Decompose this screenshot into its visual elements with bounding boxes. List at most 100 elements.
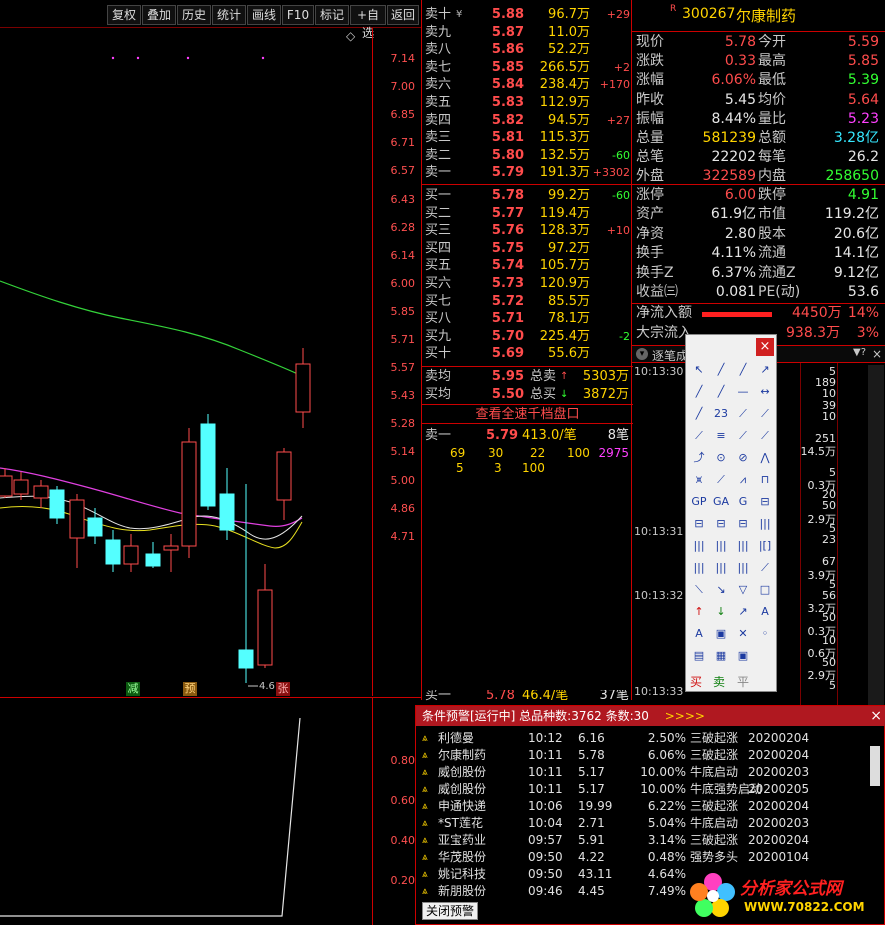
alert-close-icon[interactable]: × [870, 706, 882, 726]
date-tool-icon[interactable]: 23 [712, 405, 730, 423]
sell-level-row[interactable]: 卖二 5.80 132.5万 -60 [422, 147, 633, 165]
kline-chart[interactable]: ◇ 4.6 减 预 张 [0, 28, 372, 696]
flat-tool[interactable]: 平 [737, 673, 749, 690]
fib4-tool-icon[interactable]: ⊟ [734, 515, 752, 533]
fib3-tool-icon[interactable]: ⊟ [712, 515, 730, 533]
bracket-tool-icon[interactable]: ⊓ [756, 471, 774, 489]
time-zone3-tool-icon[interactable]: ||| [712, 537, 730, 555]
triangle-tool-icon[interactable]: ▽ [734, 581, 752, 599]
image-tool-icon[interactable]: ▣ [734, 647, 752, 665]
buy-level-row[interactable]: 买二 5.77 119.4万 [422, 205, 633, 223]
buy-level-row[interactable]: 买七 5.72 85.5万 [422, 293, 633, 311]
sell-level-row[interactable]: 卖七 5.85 266.5万 +2 [422, 59, 633, 77]
curve-tool-icon[interactable]: ⤴ [690, 449, 708, 467]
text-tool-icon[interactable]: A [756, 603, 774, 621]
up-right-arrow-tool-icon[interactable]: ↗ [734, 603, 752, 621]
tick-scrollbar[interactable] [868, 365, 884, 705]
ray3-tool-icon[interactable]: ⟍ [690, 581, 708, 599]
indicator-subchart[interactable] [0, 697, 372, 925]
time-zone-tool-icon[interactable]: ||| [756, 515, 774, 533]
sell-level-row[interactable]: 卖三 5.81 115.3万 [422, 129, 633, 147]
sell-level-row[interactable]: 卖十 ¥5.88 96.7万 +29 [422, 6, 633, 24]
menu-stats[interactable]: 统计 [212, 5, 246, 25]
menu-f10[interactable]: F10 [282, 5, 314, 25]
alert-row[interactable]: ⩓ *ST莲花 10:04 2.71 5.04% 牛底启动 20200203 [422, 815, 874, 832]
up-arrow-tool-icon[interactable]: ↑ [690, 603, 708, 621]
cycle2-tool-icon[interactable]: ||| [690, 559, 708, 577]
close-icon[interactable]: × [872, 347, 882, 361]
chevron-down-icon[interactable]: ▾ [636, 348, 648, 360]
alert-row[interactable]: ⩓ 申通快递 10:06 19.99 6.22% 三破起涨 20200204 [422, 798, 874, 815]
alert-row[interactable]: ⩓ 利德曼 10:12 6.16 2.50% 三破起涨 20200204 [422, 730, 874, 747]
cycle4-tool-icon[interactable]: ||| [734, 559, 752, 577]
buy-level-row[interactable]: 买三 5.76 128.3万 +10 [422, 222, 633, 240]
horizontal-tool-icon[interactable]: — [734, 383, 752, 401]
channel-tool-icon[interactable]: ⟋ [734, 405, 752, 423]
grid-tool-icon[interactable]: ▦ [712, 647, 730, 665]
cycle-tool-icon[interactable]: |[] [756, 537, 774, 555]
buy-level-row[interactable]: 买一 5.78 99.2万 -60 [422, 187, 633, 205]
buy-level-row[interactable]: 买九 5.70 225.4万 -2 [422, 328, 633, 346]
buy-level-row[interactable]: 买五 5.74 105.7万 [422, 257, 633, 275]
sell-level-row[interactable]: 卖六 5.84 238.4万 +170 [422, 76, 633, 94]
lines-tool-icon[interactable]: ≡ [712, 427, 730, 445]
wave-tool-icon[interactable]: ⋀ [756, 449, 774, 467]
channel2-tool-icon[interactable]: ⟋ [756, 405, 774, 423]
sell-level-row[interactable]: 卖一 5.79 191.3万 +3302 [422, 164, 633, 182]
alert-row[interactable]: ⩓ 尔康制药 10:11 5.78 6.06% 三破起涨 20200204 [422, 747, 874, 764]
line-tool-icon[interactable]: ╱ [712, 361, 730, 379]
circle-cross-tool-icon[interactable]: ⊘ [734, 449, 752, 467]
menu-mark[interactable]: 标记 [315, 5, 349, 25]
fan-tool-icon[interactable]: ⟋ [734, 427, 752, 445]
fib-tool-icon[interactable]: ⊟ [756, 493, 774, 511]
sell-level-row[interactable]: 卖五 5.83 112.9万 [422, 94, 633, 112]
toolbox-close-button[interactable]: × [756, 338, 774, 356]
sell-level-row[interactable]: 卖九 5.87 11.0万 [422, 24, 633, 42]
channel3-tool-icon[interactable]: ⟋ [690, 427, 708, 445]
trend-tool-icon[interactable]: ╱ [690, 405, 708, 423]
alert-row[interactable]: ⩓ 华茂股份 09:50 4.22 0.48% 强势多头 20200104 [422, 849, 874, 866]
fill-tool-icon[interactable]: ▣ [712, 625, 730, 643]
wave3-tool-icon[interactable]: ⟋ [712, 471, 730, 489]
fan2-tool-icon[interactable]: ⟋ [756, 427, 774, 445]
buy-tool[interactable]: 买 [690, 673, 702, 690]
menu-add-watchlist[interactable]: +自选 [350, 5, 386, 40]
sell-tool[interactable]: 卖 [713, 673, 725, 690]
rectangle-tool-icon[interactable]: □ [756, 581, 774, 599]
circle-tool-icon[interactable]: ⊙ [712, 449, 730, 467]
segment-tool-icon[interactable]: ╱ [690, 383, 708, 401]
full-depth-button[interactable]: 查看全速千档盘口 [422, 404, 633, 424]
cycle3-tool-icon[interactable]: ||| [712, 559, 730, 577]
buy-level-row[interactable]: 买八 5.71 78.1万 [422, 310, 633, 328]
arrow-up-right-tool-icon[interactable]: ↗ [756, 361, 774, 379]
ray2-tool-icon[interactable]: ⟋ [756, 559, 774, 577]
buy-level-row[interactable]: 买四 5.75 97.2万 [422, 240, 633, 258]
wave2-tool-icon[interactable]: ⩙ [690, 471, 708, 489]
alert-arrows[interactable]: >>>> [665, 709, 705, 723]
gann-angle-tool-icon[interactable]: GA [712, 493, 730, 511]
sell-level-row[interactable]: 卖八 5.86 52.2万 [422, 41, 633, 59]
alert-scrollbar[interactable] [870, 746, 880, 786]
buy-level-row[interactable]: 买十 5.69 55.6万 [422, 345, 633, 363]
bidirectional-tool-icon[interactable]: ↔ [756, 383, 774, 401]
menu-restore-rights[interactable]: 复权 [107, 5, 141, 25]
delete-tool-icon[interactable]: ✕ [734, 625, 752, 643]
alert-row[interactable]: ⩓ 威创股份 10:11 5.17 10.00% 牛底启动 20200203 [422, 764, 874, 781]
alert-row[interactable]: ⩓ 威创股份 10:11 5.17 10.00% 牛底强势启动 20200205 [422, 781, 874, 798]
alert-row[interactable]: ⩓ 亚宝药业 09:57 5.91 3.14% 三破起涨 20200204 [422, 832, 874, 849]
gann-tool-icon[interactable]: G [734, 493, 752, 511]
time-zone2-tool-icon[interactable]: ||| [690, 537, 708, 555]
filter-icon[interactable]: ▼? [853, 347, 866, 358]
menu-back[interactable]: 返回 [387, 5, 419, 25]
time-zone4-tool-icon[interactable]: ||| [734, 537, 752, 555]
note-tool-icon[interactable]: ▤ [690, 647, 708, 665]
down-arrow-tool-icon[interactable]: ↓ [712, 603, 730, 621]
buy-level-row[interactable]: 买六 5.73 120.9万 [422, 275, 633, 293]
close-alert-button[interactable]: 关闭预警 [422, 902, 478, 920]
sell-level-row[interactable]: 卖四 5.82 94.5万 +27 [422, 112, 633, 130]
tool-tool-icon[interactable] [756, 647, 774, 665]
wave4-tool-icon[interactable]: ⩘ [734, 471, 752, 489]
cursor-tool-icon[interactable]: ↖ [690, 361, 708, 379]
ray-tool-icon[interactable]: ╱ [734, 361, 752, 379]
menu-draw-line[interactable]: 画线 [247, 5, 281, 25]
